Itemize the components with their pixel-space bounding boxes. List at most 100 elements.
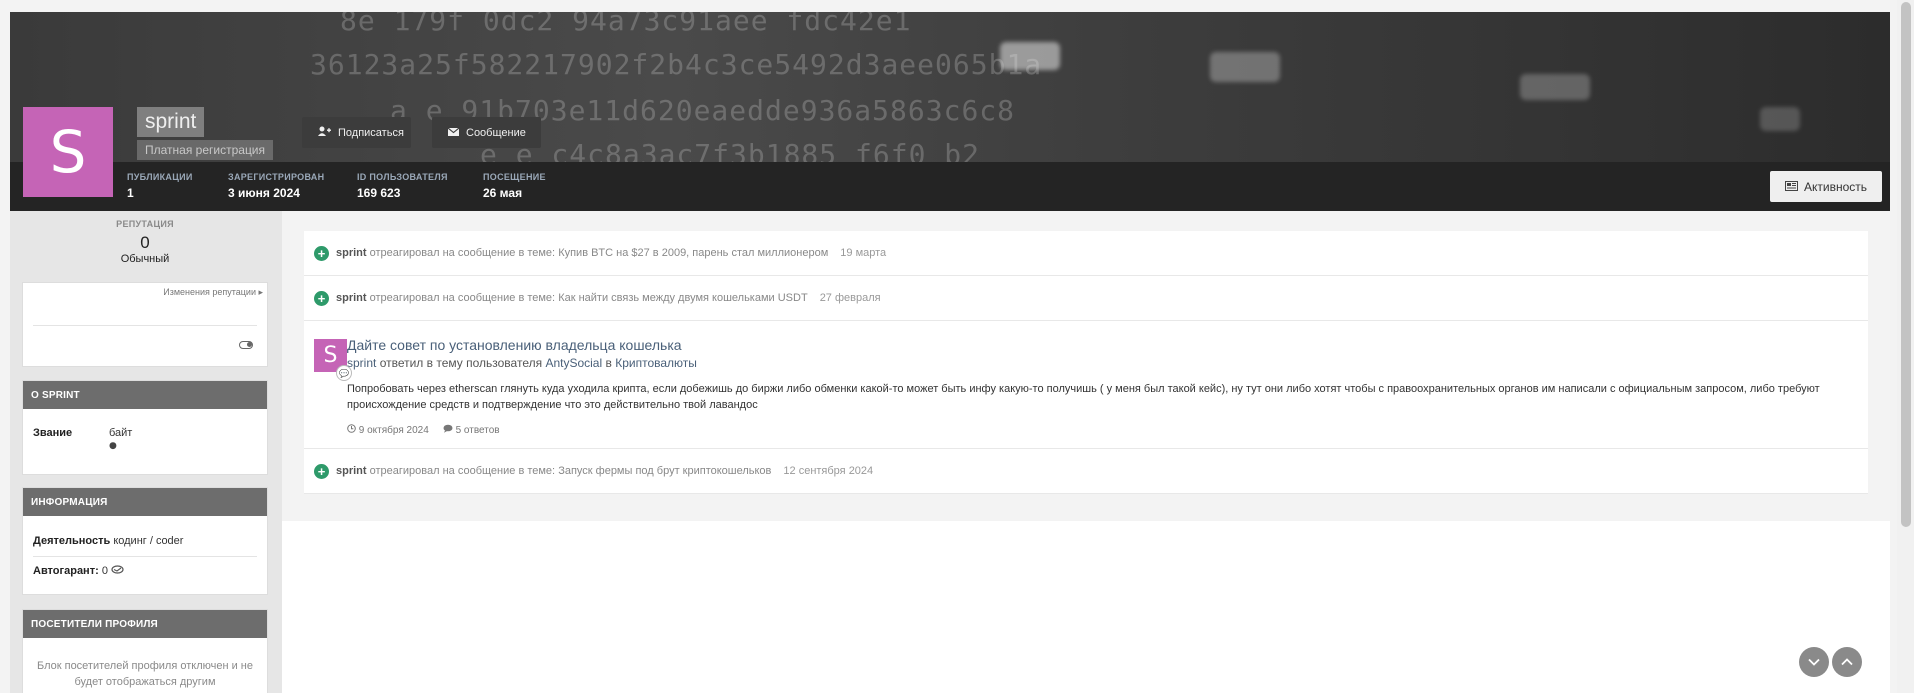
feed-topic-link[interactable]: Купив BTC на $27 в 2009, парень стал мил… <box>558 247 828 259</box>
stat-registered: Зарегистрирован 3 июня 2024 <box>228 172 324 200</box>
stat-label: ID пользователя <box>357 172 448 182</box>
stat-user-id: ID пользователя 169 623 <box>357 172 448 200</box>
guarantor-label: Автогарант: <box>33 565 99 577</box>
cover-code-line: e e c4c8a3ac7f3b1885 f6f0 b2 <box>480 138 981 162</box>
toggle-icon[interactable] <box>239 341 253 349</box>
feed-action: отреагировал на сообщение в теме: <box>369 247 556 259</box>
post-forum-link[interactable]: Криптовалюты <box>615 356 697 370</box>
user-plus-icon <box>318 126 331 139</box>
divider <box>33 556 257 557</box>
comment-count-icon <box>443 424 456 436</box>
follow-label: Подписаться <box>338 126 404 139</box>
post-date-text: 9 октября 2024 <box>358 425 429 436</box>
activity-feed: + sprint отреагировал на сообщение в тем… <box>304 231 1868 494</box>
guarantor-field: Автогарант: 0 <box>33 565 124 577</box>
reputation-summary: РЕПУТАЦИЯ 0 Обычный <box>22 219 268 265</box>
stat-last-visit: Посещение 26 мая <box>483 172 546 200</box>
feed-user-link[interactable]: sprint <box>336 247 367 259</box>
post-author-link[interactable]: AntySocial <box>545 356 602 370</box>
rank-label: Звание <box>33 427 73 439</box>
activity-label: Активность <box>1803 179 1867 194</box>
cover-glow <box>1520 74 1590 100</box>
post-meta: sprint ответил в тему пользователя AntyS… <box>347 356 1858 370</box>
rank-dot: ● <box>109 441 117 451</box>
reaction-plus-icon: + <box>314 290 329 306</box>
activity-area: + sprint отреагировал на сообщение в тем… <box>282 211 1890 521</box>
divider <box>33 325 257 326</box>
guarantor-value: 0 <box>101 565 108 577</box>
rank-value: байт <box>109 427 133 439</box>
post-replies[interactable]: 5 ответов <box>443 424 500 436</box>
about-card-title: О SPRINT <box>23 381 267 409</box>
rank-field: Звание <box>33 427 72 439</box>
feed-topic-link[interactable]: Запуск фермы под брут криптокошельков <box>558 465 771 477</box>
reaction-plus-icon: + <box>314 463 329 479</box>
message-button[interactable]: Сообщение <box>432 117 541 148</box>
stat-posts: Публикации 1 <box>127 172 193 200</box>
cover-photo: 8e 179f 0dc2 94a73c91aee fdc42e1 36123a2… <box>10 12 1890 162</box>
list-item: + sprint отреагировал на сообщение в тем… <box>304 231 1868 276</box>
stat-value: 1 <box>127 186 134 200</box>
reputation-level: Обычный <box>120 253 170 265</box>
list-item: + sprint отреагировал на сообщение в тем… <box>304 276 1868 321</box>
post-title-link[interactable]: Дайте совет по установлению владельца ко… <box>347 337 1858 353</box>
post-date: 9 октября 2024 <box>347 424 429 436</box>
post-replies-text: 5 ответов <box>455 425 500 436</box>
stat-label: Зарегистрирован <box>228 172 325 182</box>
info-card: ИНФОРМАЦИЯ Деятельность кодинг / coder А… <box>22 487 268 595</box>
scroll-down-button[interactable] <box>1799 647 1829 677</box>
post-footer: 9 октября 2024 5 ответов <box>347 424 1858 436</box>
post-user-link[interactable]: sprint <box>347 356 376 370</box>
cover-code-line: 8e 179f 0dc2 94a73c91aee fdc42e1 <box>340 12 912 37</box>
cover-code-line: 36123a25f582217902f2b4c3ce5492d3aee065b1… <box>310 48 1043 81</box>
post-action: ответил в тему пользователя <box>379 356 543 370</box>
avatar[interactable]: S <box>23 107 113 197</box>
feed-topic-link[interactable]: Как найти связь между двумя кошельками U… <box>558 292 808 304</box>
cover-glow <box>1760 107 1800 131</box>
reputation-value: 0 <box>140 233 150 252</box>
reputation-label: РЕПУТАЦИЯ <box>116 219 174 229</box>
feed-action: отреагировал на сообщение в теме: <box>369 292 556 304</box>
post-body: Дайте совет по установлению владельца ко… <box>347 337 1858 436</box>
cover-glow <box>1000 42 1060 70</box>
scrollbar[interactable] <box>1897 0 1914 693</box>
envelope-icon <box>447 127 460 139</box>
scroll-up-button[interactable] <box>1832 647 1862 677</box>
post-excerpt: Попробовать через etherscan глянуть куда… <box>347 383 1820 411</box>
reputation-card: Изменения репутации ▸ <box>22 282 268 367</box>
visitors-disabled-text: Блок посетителей профиля отключен и не б… <box>36 660 253 693</box>
stat-label: Публикации <box>127 172 193 182</box>
stat-value: 3 июня 2024 <box>228 186 300 200</box>
stat-label: Посещение <box>483 172 546 182</box>
handshake-icon <box>111 565 124 577</box>
post-in-word: в <box>605 356 612 370</box>
activity-area-empty <box>282 521 1890 693</box>
profile-sidebar: РЕПУТАЦИЯ 0 Обычный Изменения репутации … <box>10 211 282 693</box>
comment-icon: 💬 <box>336 365 352 381</box>
feed-user-link[interactable]: sprint <box>336 292 367 304</box>
message-label: Сообщение <box>466 126 526 139</box>
user-group: Платная регистрация <box>137 140 274 160</box>
clock-icon <box>347 424 359 436</box>
list-item: + sprint отреагировал на сообщение в тем… <box>304 449 1868 494</box>
list-item: S 💬 Дайте совет по установлению владельц… <box>304 321 1868 449</box>
scrollbar-thumb[interactable] <box>1901 2 1911 527</box>
about-card: О SPRINT Звание байт ● <box>22 380 268 475</box>
visitors-card: ПОСЕТИТЕЛИ ПРОФИЛЯ Блок посетителей проф… <box>22 609 268 693</box>
reputation-changes-link[interactable]: Изменения репутации ▸ <box>163 287 263 298</box>
follow-button[interactable]: Подписаться <box>302 117 411 148</box>
visitors-card-title: ПОСЕТИТЕЛИ ПРОФИЛЯ <box>23 610 267 638</box>
reaction-plus-icon: + <box>314 245 329 261</box>
activity-field-value: кодинг / coder <box>113 535 184 547</box>
newspaper-icon <box>1784 180 1798 194</box>
activity-button[interactable]: Активность <box>1770 171 1882 202</box>
feed-date: 12 сентября 2024 <box>783 465 874 477</box>
feed-date: 19 марта <box>840 247 887 259</box>
feed-user-link[interactable]: sprint <box>336 465 367 477</box>
stat-value: 169 623 <box>357 186 401 200</box>
activity-field-label: Деятельность <box>33 535 111 547</box>
chevron-down-icon <box>1808 654 1820 670</box>
feed-action: отреагировал на сообщение в теме: <box>369 465 556 477</box>
username: sprint <box>137 107 205 137</box>
feed-date: 27 февраля <box>819 292 881 304</box>
